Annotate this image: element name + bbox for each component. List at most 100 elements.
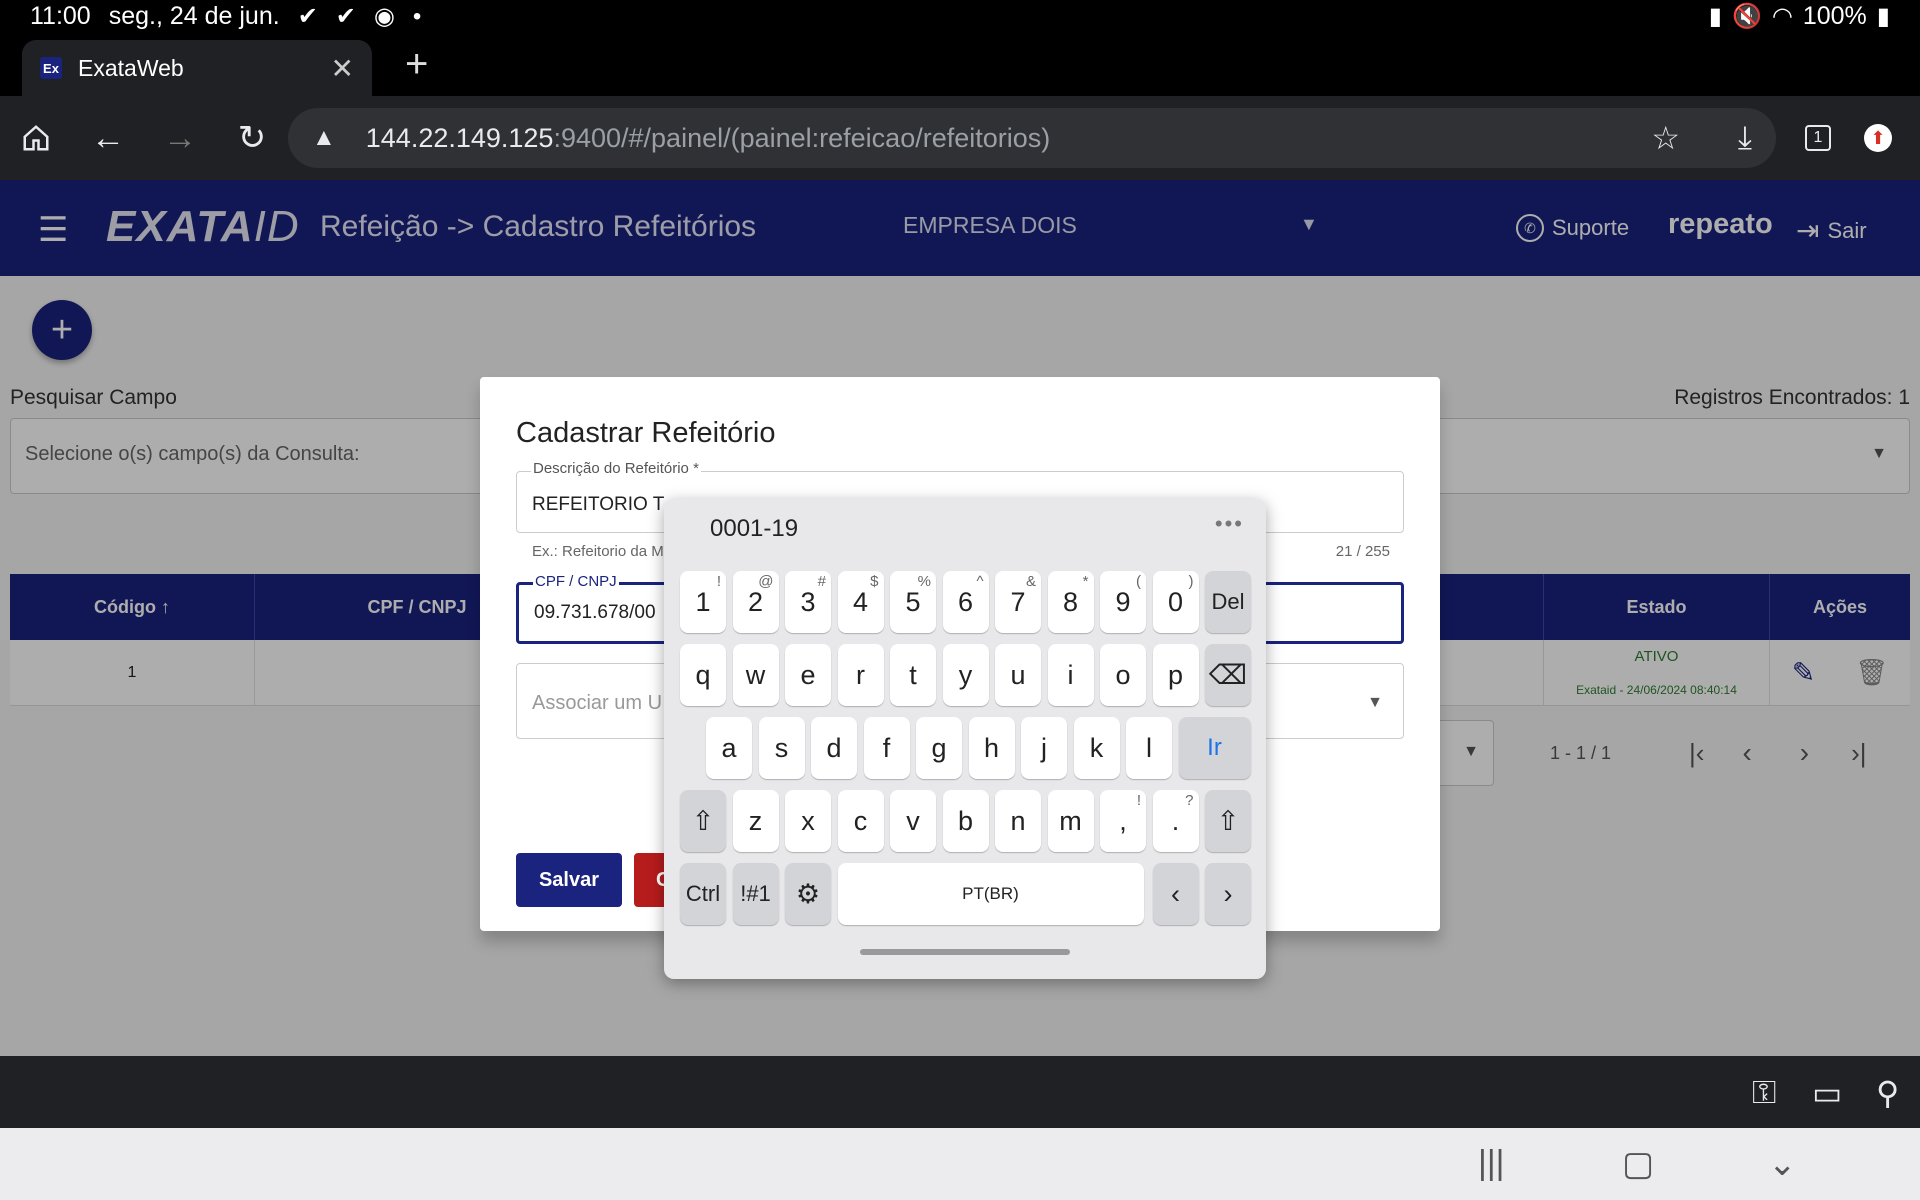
key-2[interactable]: 2 @ [732, 571, 779, 633]
description-hint: Ex.: Refeitorio da M [532, 543, 664, 560]
suggestion-bar: 0001-19 ••• [664, 499, 1266, 559]
reload-icon[interactable]: ↻ [228, 114, 276, 162]
save-button[interactable]: Salvar [516, 853, 622, 907]
status-date: seg., 24 de jun. [108, 2, 280, 30]
key-m[interactable]: m [1047, 790, 1094, 852]
key-x[interactable]: x [785, 790, 831, 852]
url-host: 144.22.149.125 [365, 122, 554, 153]
key-i[interactable]: i [1047, 644, 1094, 706]
download-icon[interactable]: ⤓ [1738, 108, 1752, 168]
system-nav-bar: ||| ▢ ⌄ [0, 1128, 1920, 1200]
close-icon[interactable]: ✕ [331, 52, 354, 85]
gear-icon[interactable]: ⚙ [785, 863, 831, 925]
key-f[interactable]: f [863, 717, 910, 779]
key-u[interactable]: u [995, 644, 1041, 706]
delete-key[interactable]: Del [1205, 571, 1251, 633]
go-key[interactable]: Ir [1178, 717, 1251, 779]
browser-bottom-bar: ⚿ ▭ ⚲ [0, 1056, 1920, 1128]
virtual-keyboard: 0001-19 ••• 1! 2 @3 #4 $5% 6 ^ 7 & 8 * 9(0) Del q w e r t… [664, 499, 1266, 979]
ctrl-key[interactable]: Ctrl [680, 863, 726, 925]
tab-count: 1 [1805, 125, 1831, 151]
key-t[interactable]: t [890, 644, 936, 706]
key-a[interactable]: a [706, 717, 752, 779]
key-4[interactable]: 4 $ [837, 571, 884, 633]
sim-icon: ▮ [1708, 3, 1722, 30]
cpf-cnpj-value: 09.731.678/00 [534, 602, 656, 623]
key-n[interactable]: n [995, 790, 1041, 852]
url-path: :9400/#/painel/(painel:refeicao/refeitor… [553, 122, 1051, 153]
recents-icon[interactable]: ||| [1478, 1144, 1505, 1183]
key-o[interactable]: o [1100, 644, 1146, 706]
star-icon[interactable]: ☆ [1651, 108, 1680, 168]
forward-icon[interactable]: → [156, 114, 204, 162]
key-l[interactable]: l [1126, 717, 1172, 779]
arrow-right-icon[interactable]: › [1205, 863, 1251, 925]
key-e[interactable]: e [785, 644, 831, 706]
space-key[interactable]: PT(BR) [837, 863, 1144, 925]
key-z[interactable]: z [732, 790, 779, 852]
browser-toolbar: ← → ↻ ▲ 144.22.149.125:9400/#/painel/(pa… [0, 96, 1920, 180]
status-bar: 11:00 seg., 24 de jun. ✔ ✔ ◉ • ▮ 🔇 ◠ 100… [0, 0, 1920, 36]
suggestion-word[interactable]: 0001-19 [710, 515, 798, 543]
new-tab-icon[interactable]: + [405, 42, 428, 87]
tab-strip: Ex ExataWeb ✕ + [0, 36, 1920, 96]
shift-icon[interactable]: ⇧ [1205, 790, 1251, 852]
key-7[interactable]: 7 & [995, 571, 1041, 633]
favicon-icon: Ex [40, 57, 62, 79]
key-k[interactable]: k [1073, 717, 1120, 779]
key-5[interactable]: 5% [890, 571, 936, 633]
browser-tab[interactable]: Ex ExataWeb ✕ [22, 40, 372, 96]
cpf-cnpj-label: CPF / CNPJ [533, 573, 619, 590]
key-h[interactable]: h [968, 717, 1015, 779]
key-1[interactable]: 1! [680, 571, 726, 633]
key-b[interactable]: b [942, 790, 989, 852]
key-q[interactable]: q [680, 644, 726, 706]
key-icon[interactable]: ⚿ [1752, 1074, 1776, 1112]
hide-keyboard-icon[interactable]: ⌄ [1768, 1144, 1797, 1184]
key-8[interactable]: 8 * [1047, 571, 1094, 633]
key-r[interactable]: r [837, 644, 884, 706]
warning-icon: ▲ [312, 124, 336, 151]
backspace-icon[interactable]: ⌫ [1205, 644, 1251, 706]
home-icon[interactable] [12, 114, 60, 162]
associate-placeholder: Associar um U [532, 692, 663, 714]
tab-count-button[interactable]: 1 [1794, 114, 1842, 162]
check-icon: ✔ [297, 3, 318, 30]
key-3[interactable]: 3 # [785, 571, 831, 633]
location-icon[interactable]: ⚲ [1876, 1074, 1899, 1112]
key-9[interactable]: 9( [1100, 571, 1146, 633]
status-time: 11:00 [30, 2, 91, 30]
key-d[interactable]: d [811, 717, 857, 779]
check-icon: ✔ [335, 3, 356, 30]
keyboard-drag-handle[interactable] [860, 949, 1070, 955]
key-c[interactable]: c [837, 790, 884, 852]
card-icon[interactable]: ▭ [1812, 1074, 1842, 1112]
description-value: REFEITORIO T [532, 494, 665, 515]
more-icon[interactable]: ••• [1215, 511, 1244, 537]
chevron-down-icon: ▼ [1367, 694, 1383, 711]
address-bar[interactable]: ▲ 144.22.149.125:9400/#/painel/(painel:r… [288, 108, 1776, 168]
key-6[interactable]: 6 ^ [942, 571, 989, 633]
dialog-title: Cadastrar Refeitório [516, 417, 776, 449]
key-g[interactable]: g [916, 717, 962, 779]
symbols-key[interactable]: !#1 [732, 863, 779, 925]
key-s[interactable]: s [758, 717, 805, 779]
home-nav-icon[interactable]: ▢ [1622, 1144, 1654, 1184]
key-0[interactable]: 0) [1152, 571, 1199, 633]
description-counter: 21 / 255 [1335, 543, 1390, 560]
back-icon[interactable]: ← [84, 114, 132, 162]
key-comma[interactable]: ,! [1100, 790, 1146, 852]
arrow-left-icon[interactable]: ‹ [1152, 863, 1199, 925]
key-period[interactable]: .? [1152, 790, 1199, 852]
mute-icon: 🔇 [1731, 3, 1762, 30]
battery-level: 100% [1802, 2, 1867, 30]
key-v[interactable]: v [890, 790, 936, 852]
sync-icon: ◉ [373, 3, 395, 30]
key-p[interactable]: p [1152, 644, 1199, 706]
tab-title: ExataWeb [78, 54, 184, 81]
update-icon[interactable]: ⬆ [1854, 114, 1902, 162]
key-y[interactable]: y [942, 644, 989, 706]
shift-icon[interactable]: ⇧ [680, 790, 726, 852]
key-w[interactable]: w [732, 644, 779, 706]
key-j[interactable]: j [1021, 717, 1067, 779]
